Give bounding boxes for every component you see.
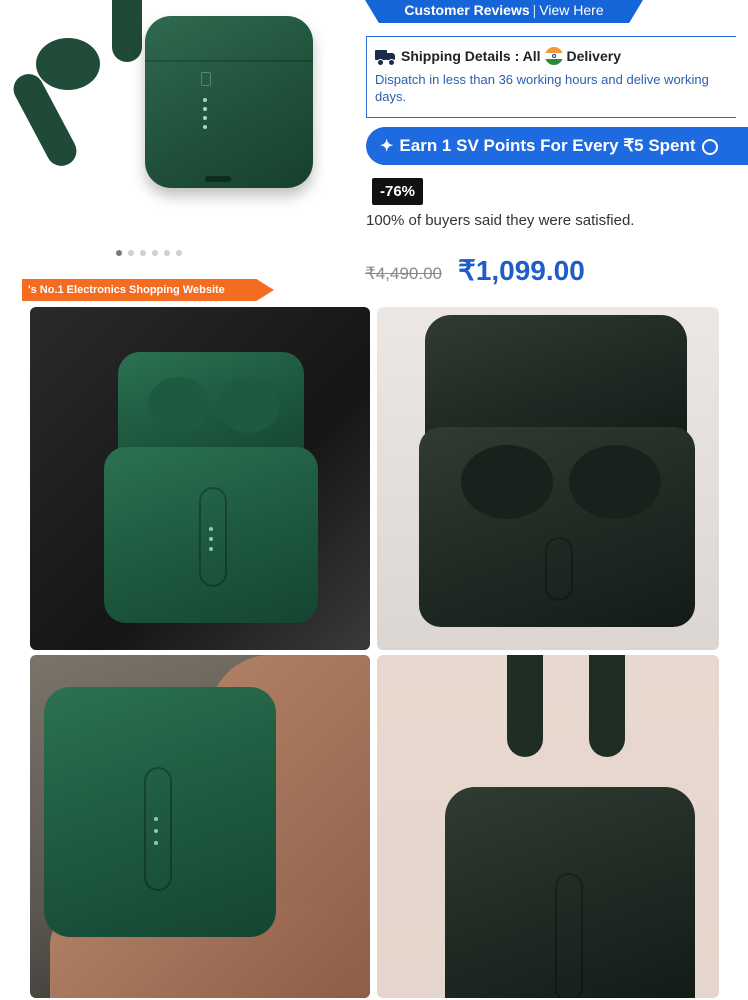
earbud-left bbox=[148, 377, 210, 433]
carousel-dot[interactable] bbox=[164, 250, 170, 256]
sv-points-bar[interactable]: ✦ Earn 1 SV Points For Every ₹5 Spent bbox=[366, 127, 748, 165]
gallery-photo-3[interactable] bbox=[30, 655, 370, 998]
carousel-dot[interactable] bbox=[128, 250, 134, 256]
shipping-text: Dispatch in less than 36 working hours a… bbox=[375, 72, 709, 104]
open-case-lid bbox=[425, 315, 687, 445]
truck-icon bbox=[375, 49, 397, 66]
customer-reviews-tab[interactable]: Customer Reviews | View Here bbox=[365, 0, 643, 23]
product-main-image[interactable] bbox=[0, 0, 350, 245]
earbud-right bbox=[112, 0, 142, 62]
carousel-dot[interactable] bbox=[140, 250, 146, 256]
carousel-dot[interactable] bbox=[116, 250, 122, 256]
original-price: ₹4,490.00 bbox=[365, 264, 442, 283]
shipping-title-suffix: Delivery bbox=[566, 48, 621, 64]
charging-case bbox=[145, 16, 313, 188]
earbud-right bbox=[589, 655, 625, 757]
earbud-left-head bbox=[36, 38, 100, 90]
customer-reviews-label: Customer Reviews bbox=[404, 2, 530, 18]
discount-badge: -76% bbox=[372, 178, 424, 205]
sale-price: ₹1,099.00 bbox=[458, 255, 585, 286]
shipping-details-box: Shipping Details : All Delivery Dispatch… bbox=[366, 36, 736, 118]
earbud-right bbox=[569, 445, 661, 519]
gallery-photo-1[interactable] bbox=[30, 307, 370, 650]
charging-case bbox=[445, 787, 695, 998]
promo-banner: 's No.1 Electronics Shopping Website bbox=[22, 279, 274, 301]
carousel-dot[interactable] bbox=[152, 250, 158, 256]
gallery-photo-2[interactable] bbox=[377, 307, 719, 650]
charging-case bbox=[44, 687, 276, 937]
shipping-title-prefix: Shipping Details : All bbox=[401, 48, 541, 64]
view-here-link[interactable]: View Here bbox=[539, 2, 603, 18]
shipping-title: Shipping Details : All Delivery bbox=[375, 47, 736, 66]
carousel-dot[interactable] bbox=[176, 250, 182, 256]
satisfaction-text: 100% of buyers said they were satisfied. bbox=[366, 212, 635, 229]
charging-case bbox=[104, 447, 318, 623]
info-icon[interactable] bbox=[701, 138, 718, 155]
sparkle-icon: ✦ bbox=[380, 138, 394, 155]
gallery-photo-4[interactable] bbox=[377, 655, 719, 998]
earbud-left bbox=[507, 655, 543, 757]
image-carousel-dots[interactable] bbox=[116, 250, 182, 256]
sv-points-text: Earn 1 SV Points For Every ₹5 Spent bbox=[399, 136, 696, 155]
earbud-left bbox=[461, 445, 553, 519]
charging-case bbox=[419, 427, 695, 627]
earbud-right bbox=[218, 377, 280, 433]
india-flag-icon bbox=[544, 47, 563, 65]
